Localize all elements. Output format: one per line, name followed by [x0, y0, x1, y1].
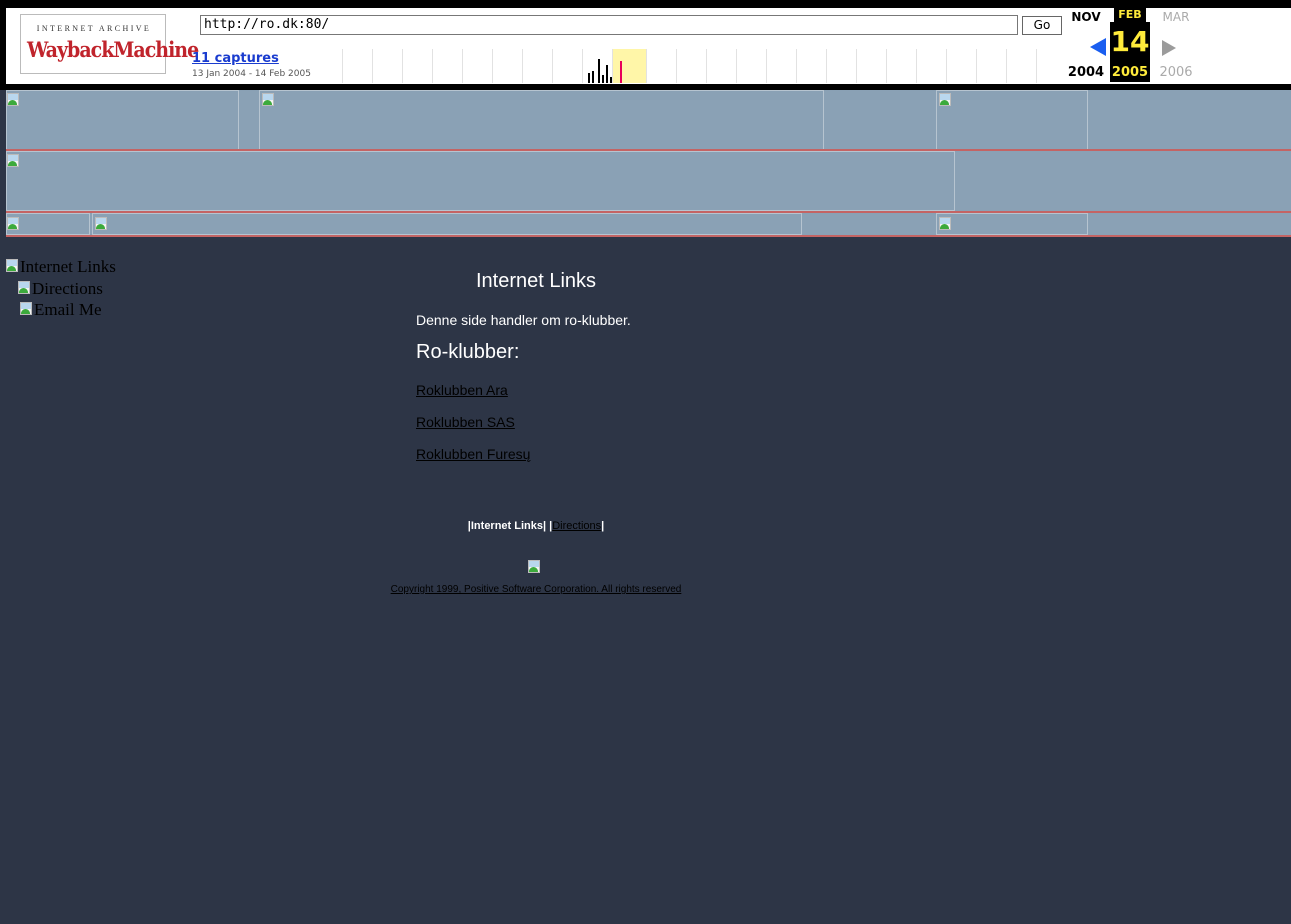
- sparkline-year-cell[interactable]: [372, 49, 402, 83]
- nav-directions[interactable]: Directions: [18, 279, 103, 299]
- broken-image-icon: [7, 93, 21, 107]
- broken-image-icon: [7, 217, 21, 231]
- sparkline-year-cell[interactable]: [826, 49, 856, 83]
- sparkline-capture-bar: [598, 59, 600, 83]
- sparkline-current-capture-bar: [620, 61, 622, 83]
- sparkline-current-year-cell[interactable]: [612, 49, 646, 83]
- current-year-label: 2005: [1110, 64, 1150, 82]
- clubs-heading: Ro-klubber:: [416, 341, 520, 363]
- sparkline-year-cell[interactable]: [432, 49, 462, 83]
- sparkline-capture-bar: [588, 73, 590, 83]
- current-day-box: 14: [1110, 22, 1150, 64]
- sparkline-capture-bar: [592, 71, 594, 83]
- broken-image-icon: [939, 93, 953, 107]
- sparkline-year-cell[interactable]: [976, 49, 1006, 83]
- captures-link[interactable]: 11 captures: [192, 51, 279, 66]
- nav-internet-links-alt: Internet Links: [20, 257, 116, 276]
- sparkline-year-cell[interactable]: [342, 49, 372, 83]
- sparkline-year-cell[interactable]: [706, 49, 736, 83]
- broken-image-icon: [20, 302, 34, 316]
- captures-date-range: 13 Jan 2004 - 14 Feb 2005: [192, 69, 311, 79]
- footer-directions-link[interactable]: Directions: [552, 520, 601, 532]
- previous-year-label[interactable]: 2004: [1064, 64, 1108, 82]
- banner-image-slot: [6, 90, 239, 150]
- sparkline-year-cell[interactable]: [1036, 49, 1062, 83]
- copyright-link[interactable]: Copyright 1999, Positive Software Corpor…: [360, 584, 712, 595]
- current-month-label: FEB: [1114, 8, 1146, 22]
- banner-image-slot: [936, 213, 1088, 235]
- banner-image-slot: [936, 90, 1088, 150]
- club-link-furesoe[interactable]: Roklubben Furesų: [416, 446, 530, 462]
- banner-image-slot: [6, 151, 955, 211]
- capture-sparkline[interactable]: [342, 49, 1062, 83]
- url-input[interactable]: http://ro.dk:80/: [200, 15, 1018, 35]
- next-year-label: 2006: [1159, 65, 1193, 80]
- sparkline-capture-bar: [606, 65, 608, 83]
- sparkline-year-cell[interactable]: [736, 49, 766, 83]
- banner-image-slot: [259, 90, 824, 150]
- sparkline-year-cell[interactable]: [796, 49, 826, 83]
- footer-separator: |: [601, 520, 605, 532]
- current-day-label: 14: [1110, 25, 1150, 58]
- wayback-logo[interactable]: INTERNET ARCHIVE WaybackMachine: [20, 14, 199, 74]
- nav-email-me-alt: Email Me: [34, 300, 102, 319]
- header-banner-area: [6, 90, 1291, 237]
- footer-internet-links-label: Internet Links: [470, 520, 543, 532]
- footer-nav: |Internet Links| |Directions|: [360, 520, 712, 532]
- wayback-toolbar-panel: INTERNET ARCHIVE WaybackMachine http://r…: [6, 8, 1291, 84]
- sparkline-year-cell[interactable]: [492, 49, 522, 83]
- sparkline-year-cell[interactable]: [646, 49, 676, 83]
- next-capture-column: MAR 2006: [1154, 8, 1198, 84]
- banner-image-slot: [6, 213, 90, 235]
- broken-image-icon: [939, 217, 953, 231]
- calendar-navigator: NOV 2004 FEB 2005 14 MAR 2006: [1064, 8, 1204, 84]
- footer-separator: | |: [543, 520, 553, 532]
- go-button[interactable]: Go: [1022, 16, 1062, 35]
- sparkline-year-cell[interactable]: [552, 49, 582, 83]
- wayback-toolbar: INTERNET ARCHIVE WaybackMachine http://r…: [0, 0, 1291, 90]
- nav-directions-alt: Directions: [32, 279, 103, 298]
- previous-month-label[interactable]: NOV: [1064, 8, 1108, 26]
- banner-divider: [6, 235, 1291, 237]
- club-link-ara[interactable]: Roklubben Ara: [416, 382, 508, 398]
- broken-image-icon: [95, 217, 109, 231]
- previous-capture-arrow-icon[interactable]: [1090, 38, 1106, 56]
- sparkline-year-cell[interactable]: [946, 49, 976, 83]
- logo-internet-archive-text: INTERNET ARCHIVE: [36, 24, 152, 33]
- sparkline-year-cell[interactable]: [522, 49, 552, 83]
- intro-text: Denne side handler om ro-klubber.: [416, 312, 631, 328]
- logo-wayback-machine-text: WaybackMachine: [27, 37, 199, 63]
- sparkline-capture-bar: [610, 77, 612, 83]
- next-capture-arrow-icon: [1162, 40, 1176, 56]
- next-month-label: MAR: [1162, 10, 1190, 24]
- sparkline-year-cell[interactable]: [766, 49, 796, 83]
- sparkline-year-cell[interactable]: [886, 49, 916, 83]
- sparkline-year-cell[interactable]: [916, 49, 946, 83]
- broken-image-icon: [6, 259, 20, 273]
- sparkline-capture-bar: [602, 75, 604, 83]
- page-title: Internet Links: [475, 270, 597, 292]
- club-link-sas[interactable]: Roklubben SAS: [416, 414, 515, 430]
- sparkline-year-cell[interactable]: [462, 49, 492, 83]
- sparkline-year-cell[interactable]: [856, 49, 886, 83]
- nav-internet-links[interactable]: Internet Links: [6, 257, 116, 277]
- broken-image-icon: [18, 281, 32, 295]
- sparkline-year-cell[interactable]: [676, 49, 706, 83]
- sparkline-year-cell[interactable]: [1006, 49, 1036, 83]
- broken-image-icon: [262, 93, 276, 107]
- broken-image-icon: [528, 560, 542, 574]
- sparkline-year-cell[interactable]: [402, 49, 432, 83]
- banner-image-slot: [92, 213, 802, 235]
- nav-email-me[interactable]: Email Me: [20, 300, 102, 320]
- broken-image-icon: [7, 154, 21, 168]
